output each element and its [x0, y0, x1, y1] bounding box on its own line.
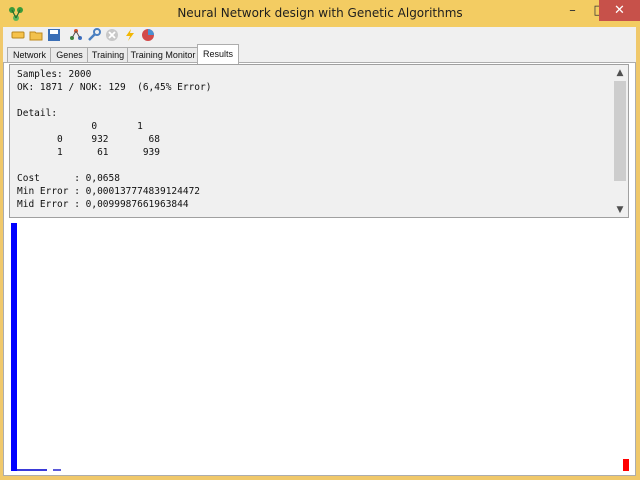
lightning-icon[interactable] [123, 28, 137, 42]
scroll-thumb[interactable] [614, 81, 626, 181]
minimize-button[interactable]: – [559, 0, 586, 21]
tab-training-monitor[interactable]: Training Monitor [127, 47, 199, 63]
window-title: Neural Network design with Genetic Algor… [177, 6, 463, 20]
save-icon[interactable] [47, 28, 61, 42]
wrench-icon[interactable] [87, 28, 101, 42]
tab-results[interactable]: Results [197, 44, 239, 64]
new-icon[interactable] [11, 28, 25, 42]
results-textbox[interactable]: Samples: 2000 OK: 1871 / NOK: 129 (6,45%… [9, 64, 629, 218]
tab-genes[interactable]: Genes [50, 47, 89, 63]
open-folder-icon[interactable] [29, 28, 43, 42]
stop-icon[interactable] [105, 28, 119, 42]
blue-small-mark [53, 469, 61, 471]
scroll-down-icon[interactable]: ▼ [614, 204, 626, 216]
scroll-up-icon[interactable]: ▲ [614, 67, 626, 79]
blue-bar [11, 223, 17, 471]
red-bar [623, 459, 629, 471]
title-bar[interactable]: Neural Network design with Genetic Algor… [0, 0, 640, 27]
results-text: Samples: 2000 OK: 1871 / NOK: 129 (6,45%… [17, 69, 212, 210]
tab-network[interactable]: Network [7, 47, 52, 63]
vertical-scrollbar[interactable]: ▲ ▼ [612, 65, 628, 217]
toolbar [3, 27, 636, 45]
close-button[interactable]: ✕ [599, 0, 640, 21]
app-window: Neural Network design with Genetic Algor… [0, 0, 640, 480]
tab-strip: Network Genes Training Training Monitor … [3, 44, 636, 64]
chart-icon[interactable] [141, 28, 155, 42]
tab-training[interactable]: Training [87, 47, 129, 63]
error-plot-area [9, 221, 633, 473]
network-icon[interactable] [69, 28, 83, 42]
blue-baseline-mark [17, 469, 47, 471]
